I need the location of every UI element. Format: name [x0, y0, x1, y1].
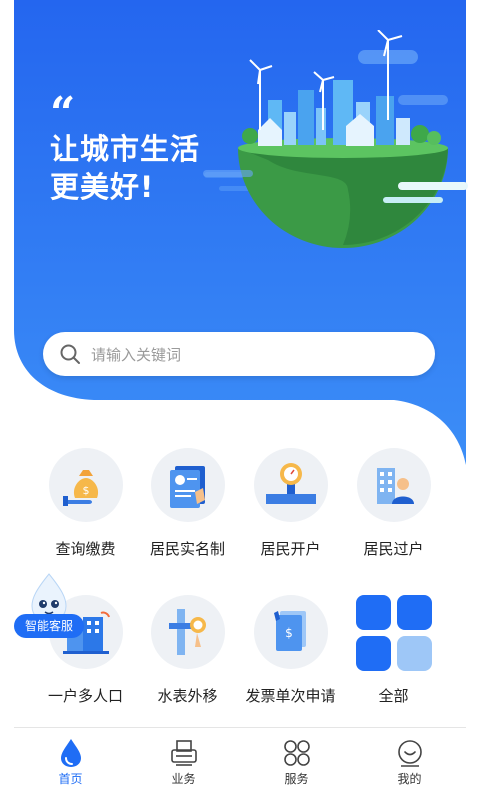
tab-label: 服务: [284, 772, 309, 786]
service-label: 查询缴费: [55, 540, 116, 558]
id-card-icon: [150, 448, 225, 522]
slogan-line-2: 更美好!: [50, 170, 155, 204]
service-query-payment[interactable]: $ 查询缴费: [29, 448, 142, 559]
service-label: 居民实名制: [149, 540, 225, 558]
service-label: 居民开户: [260, 540, 321, 558]
person-building-icon: [356, 448, 431, 522]
search-placeholder: 请输入关键词: [91, 345, 182, 364]
service-realname[interactable]: 居民实名制: [131, 448, 244, 559]
profile-icon: [397, 740, 422, 767]
service-meter-relocate[interactable]: 水表外移: [131, 595, 244, 706]
home-drop-icon: [60, 739, 81, 767]
tab-service[interactable]: 服务: [240, 728, 353, 800]
service-all[interactable]: 全部: [337, 595, 450, 706]
tab-label: 我的: [397, 772, 422, 786]
service-transfer-account[interactable]: 居民过户: [337, 448, 450, 559]
slogan-line-1: 让城市生活: [50, 132, 201, 166]
service-label: 全部: [378, 687, 409, 705]
green-city-globe-illustration: [203, 30, 468, 248]
search-icon: [60, 344, 80, 364]
service-label: 一户多人口: [47, 687, 123, 705]
svg-text:$: $: [285, 626, 293, 640]
svg-text:$: $: [82, 484, 89, 497]
tab-label: 业务: [171, 772, 196, 786]
tab-home[interactable]: 首页: [14, 728, 127, 800]
water-meter-icon: [253, 448, 328, 522]
tab-business[interactable]: 业务: [127, 728, 240, 800]
service-label: 水表外移: [157, 687, 218, 705]
tab-label: 首页: [58, 772, 83, 786]
meter-relocate-icon: [150, 595, 225, 669]
service-invoice[interactable]: $ 发票单次申请: [234, 595, 347, 706]
bottom-tabbar: 首页 业务 服务 我的: [14, 728, 466, 800]
banner-slogan: 让城市生活 更美好!: [50, 130, 200, 206]
service-label: 发票单次申请: [245, 687, 336, 705]
service-label: 居民过户: [363, 540, 424, 558]
customer-service-button[interactable]: 智能客服: [14, 614, 84, 638]
all-grid-icon: [355, 595, 432, 671]
tab-mine[interactable]: 我的: [353, 728, 466, 800]
business-printer-icon: [170, 740, 197, 766]
service-grid-icon: [283, 740, 310, 766]
search-bar[interactable]: 请输入关键词: [43, 332, 435, 376]
service-open-account[interactable]: 居民开户: [234, 448, 347, 559]
money-bag-icon: $: [48, 448, 123, 522]
invoice-icon: $: [253, 595, 328, 669]
